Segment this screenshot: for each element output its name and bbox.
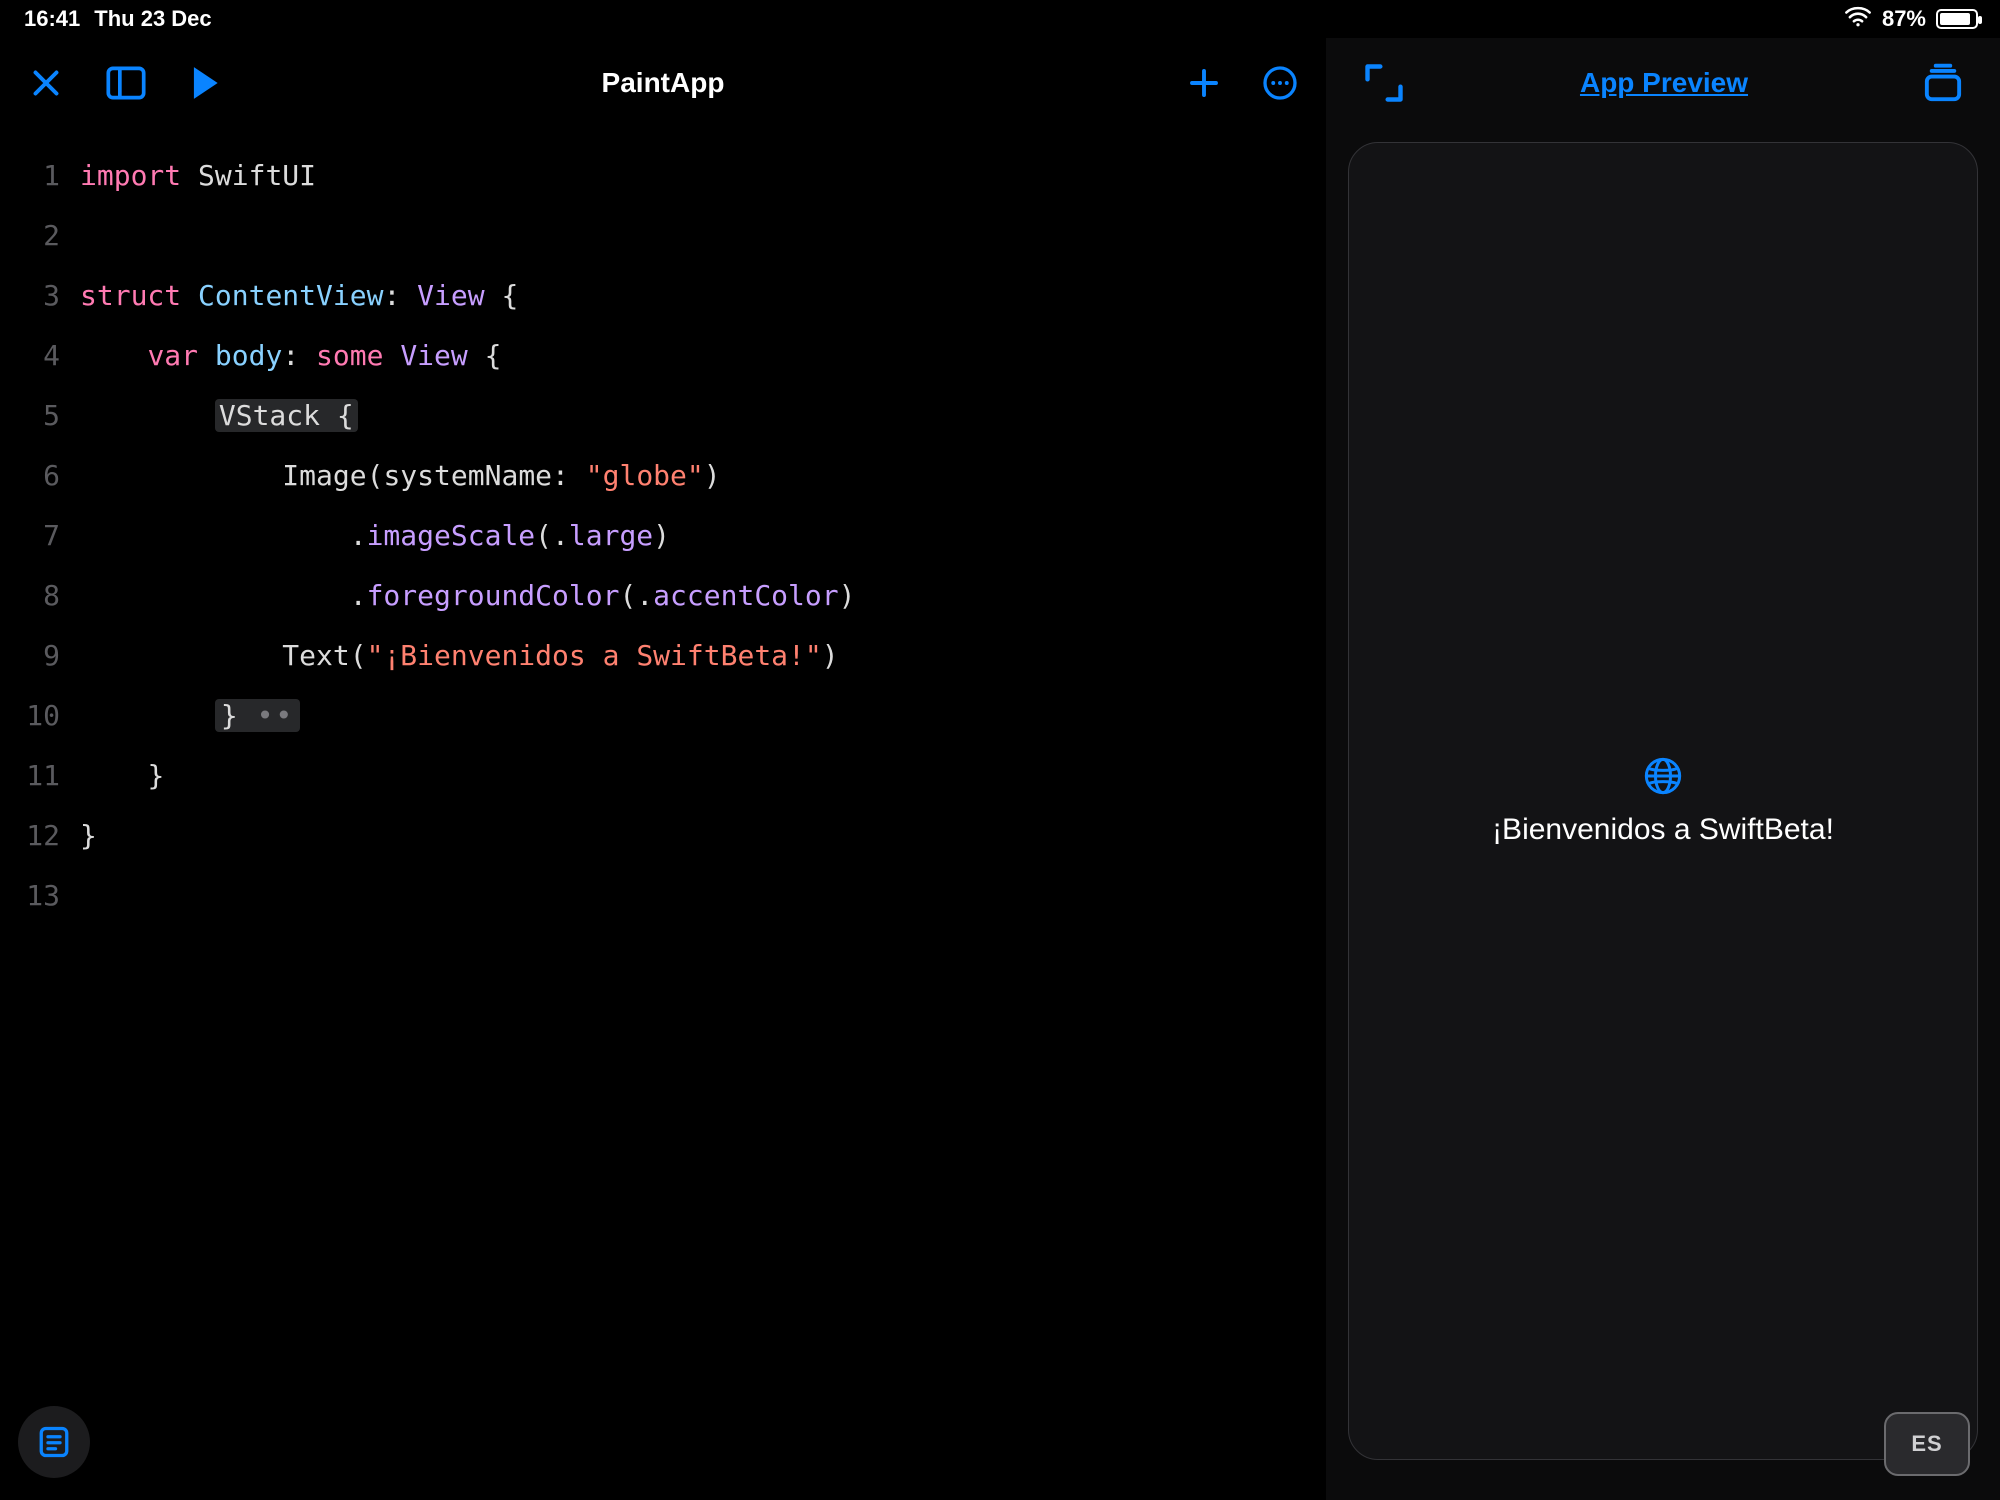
preview-toolbar: App Preview — [1326, 38, 2000, 128]
code-token: . — [350, 519, 367, 552]
code-token: ) — [839, 579, 856, 612]
code-token: . — [552, 519, 569, 552]
code-token: struct — [80, 279, 181, 312]
code-token: : — [383, 279, 417, 312]
preview-stacks-icon[interactable] — [1922, 63, 1964, 103]
code-token: foregroundColor — [367, 579, 620, 612]
code-token: "globe" — [586, 459, 704, 492]
code-token — [80, 699, 215, 732]
code-token: systemName — [383, 459, 552, 492]
code-token — [80, 579, 350, 612]
code-token: var — [147, 339, 198, 372]
code-token: ) — [822, 639, 839, 672]
code-token: ( — [619, 579, 636, 612]
app-preview-canvas: ¡Bienvenidos a SwiftBeta! — [1348, 142, 1978, 1460]
code-token: . — [350, 579, 367, 612]
sidebar-toggle-icon[interactable] — [106, 66, 146, 100]
code-editor-pane: PaintApp — [0, 38, 1326, 1500]
close-icon[interactable] — [28, 65, 64, 101]
battery-percent: 87% — [1882, 6, 1926, 32]
run-icon[interactable] — [188, 64, 222, 102]
status-date: Thu 23 Dec — [94, 6, 211, 32]
add-icon[interactable] — [1186, 65, 1222, 101]
code-token: . — [636, 579, 653, 612]
battery-icon — [1936, 9, 1978, 29]
code-token: VStack — [219, 399, 320, 432]
code-token: } — [80, 819, 97, 852]
code-token: } — [147, 759, 164, 792]
code-token: ContentView — [181, 279, 383, 312]
code-token — [80, 459, 282, 492]
code-lines[interactable]: import SwiftUI struct ContentView: View … — [80, 146, 1326, 1500]
code-token: body — [198, 339, 282, 372]
code-area[interactable]: 1234567 8910111213 import SwiftUI struct… — [0, 128, 1326, 1500]
code-token — [80, 399, 215, 432]
expand-arrows-icon[interactable] — [1362, 61, 1406, 105]
code-token: View — [383, 339, 467, 372]
code-token — [80, 339, 147, 372]
code-token: some — [316, 339, 383, 372]
code-token: ) — [653, 519, 670, 552]
code-token: import — [80, 159, 181, 192]
code-token — [80, 639, 282, 672]
code-token: Image — [282, 459, 366, 492]
line-gutter: 1234567 8910111213 — [0, 146, 80, 1500]
editor-toolbar: PaintApp — [0, 38, 1326, 128]
wifi-icon — [1844, 5, 1872, 33]
code-token: "¡Bienvenidos a SwiftBeta!" — [367, 639, 822, 672]
code-token: ( — [367, 459, 384, 492]
documentation-button[interactable] — [18, 1406, 90, 1478]
more-options-icon[interactable] — [1262, 65, 1298, 101]
code-token: imageScale — [367, 519, 536, 552]
code-token: : — [282, 339, 316, 372]
code-token: large — [569, 519, 653, 552]
code-token: accentColor — [653, 579, 838, 612]
fold-dots-icon[interactable]: •• — [238, 699, 295, 732]
code-token: Text — [282, 639, 349, 672]
code-token: ( — [535, 519, 552, 552]
code-token — [80, 519, 350, 552]
code-token: View — [417, 279, 484, 312]
preview-text: ¡Bienvenidos a SwiftBeta! — [1492, 813, 1834, 847]
keyboard-language-button[interactable]: ES — [1884, 1412, 1970, 1476]
status-bar: 16:41 Thu 23 Dec 87% — [0, 0, 2000, 38]
globe-icon — [1643, 756, 1683, 801]
code-token: { — [468, 339, 502, 372]
preview-title[interactable]: App Preview — [1580, 67, 1748, 99]
code-token: } — [221, 699, 238, 732]
code-token: ( — [350, 639, 367, 672]
preview-pane: App Preview — [1326, 38, 2000, 1500]
code-token: { — [320, 399, 354, 432]
code-token: ) — [704, 459, 721, 492]
code-token: : — [552, 459, 586, 492]
code-token: { — [485, 279, 519, 312]
code-token — [80, 759, 147, 792]
status-time: 16:41 — [24, 6, 80, 32]
code-token: SwiftUI — [181, 159, 316, 192]
